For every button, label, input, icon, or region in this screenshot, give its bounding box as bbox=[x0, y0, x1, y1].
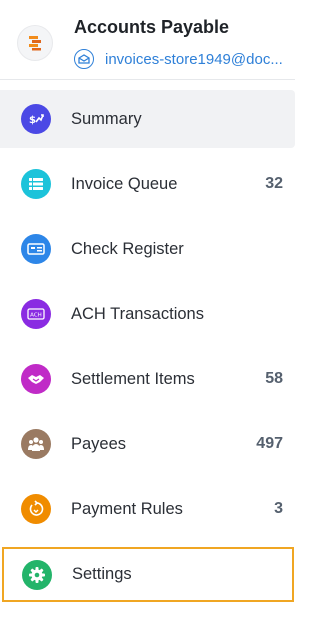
nav-label: Payees bbox=[71, 434, 127, 453]
nav-count: 58 bbox=[265, 370, 283, 387]
nav-item-check-register[interactable]: Check Register bbox=[0, 220, 295, 278]
nav-item-ach-transactions[interactable]: ACH ACH Transactions bbox=[0, 285, 295, 343]
payment-rules-icon bbox=[21, 494, 51, 524]
account-email: invoices-store1949@doc... bbox=[105, 50, 283, 68]
settings-icon bbox=[22, 559, 52, 590]
nav-item-payment-rules[interactable]: Payment Rules 3 bbox=[0, 480, 295, 538]
svg-text:ACH: ACH bbox=[30, 313, 42, 319]
nav-label: ACH Transactions bbox=[71, 304, 204, 323]
mailbox-icon bbox=[74, 49, 94, 69]
nav-count: 3 bbox=[274, 500, 283, 517]
nav-item-settlement-items[interactable]: Settlement Items 58 bbox=[0, 350, 295, 408]
logo-icon bbox=[29, 36, 41, 51]
nav-label: Check Register bbox=[71, 239, 184, 258]
ach-icon: ACH bbox=[21, 299, 51, 329]
invoice-queue-icon bbox=[21, 169, 51, 199]
settlement-icon bbox=[21, 364, 51, 394]
nav-label: Summary bbox=[71, 109, 142, 128]
nav-count: 497 bbox=[256, 435, 283, 452]
nav-item-payees[interactable]: Payees 497 bbox=[0, 415, 295, 473]
nav-item-summary[interactable]: $ Summary bbox=[0, 90, 295, 148]
payees-icon bbox=[21, 429, 51, 459]
app-title: Accounts Payable bbox=[74, 17, 230, 37]
nav-count: 32 bbox=[265, 175, 283, 192]
app-header: Accounts Payable invoices-store1949@doc.… bbox=[0, 0, 295, 80]
account-selector[interactable]: invoices-store1949@doc... bbox=[74, 48, 295, 70]
nav-label: Payment Rules bbox=[71, 499, 183, 518]
nav-label: Settings bbox=[72, 565, 132, 583]
nav-item-settings[interactable]: Settings bbox=[2, 547, 294, 602]
svg-text:$: $ bbox=[29, 115, 36, 126]
summary-icon: $ bbox=[21, 104, 51, 134]
check-register-icon bbox=[21, 234, 51, 264]
app-logo[interactable] bbox=[17, 25, 53, 61]
nav-item-invoice-queue[interactable]: Invoice Queue 32 bbox=[0, 155, 295, 213]
nav-label: Invoice Queue bbox=[71, 174, 178, 193]
nav-label: Settlement Items bbox=[71, 369, 195, 388]
